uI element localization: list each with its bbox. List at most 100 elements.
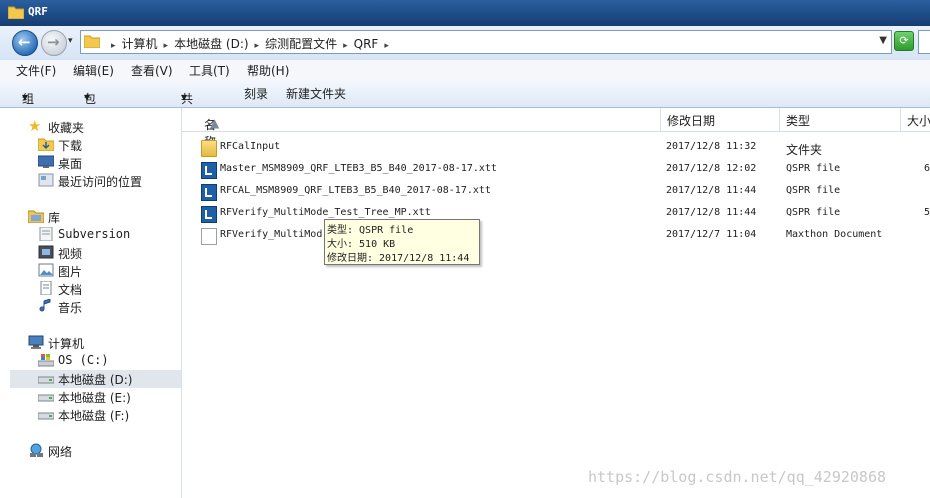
file-type: Maxthon Document bbox=[786, 229, 883, 240]
file-date: 2017/12/8 12:02 bbox=[666, 163, 757, 174]
command-bar: 组织 ▾ 包含到库中 ▾ 共享 ▾ 刻录 新建文件夹 bbox=[0, 80, 930, 174]
file-name: Master_MSM8909_QRF_LTEB3_B5_B40_2017-08-… bbox=[220, 163, 497, 174]
star-icon: ★ bbox=[28, 117, 42, 135]
file-info-tooltip: 类型: QSPR file 大小: 510 KB 修改日期: 2017/12/8… bbox=[324, 219, 480, 265]
column-header: 名称▲ 修改日期 类型 大小 bbox=[182, 108, 930, 149]
forward-button[interactable]: → bbox=[41, 30, 67, 56]
breadcrumb-config-folder[interactable]: 综测配置文件 bbox=[265, 37, 337, 51]
sidebar-item-label: 库 bbox=[48, 211, 61, 225]
file-row[interactable]: RFVerify_MultiMod 2017/12/7 11:04 Maxtho… bbox=[195, 226, 930, 246]
qspr-file-icon bbox=[201, 162, 217, 179]
desktop-icon bbox=[38, 155, 54, 168]
sidebar-item-label: 本地磁盘 (E:) bbox=[58, 391, 131, 405]
menu-help[interactable]: 帮助(H) bbox=[247, 62, 289, 79]
document-icon bbox=[201, 228, 217, 245]
sidebar-item-label: 文档 bbox=[58, 283, 83, 297]
file-type: QSPR file bbox=[786, 163, 841, 174]
file-type: QSPR file bbox=[786, 207, 841, 218]
sidebar-item-label: OS (C:) bbox=[58, 353, 109, 367]
column-label: 大小 bbox=[907, 114, 930, 128]
file-row[interactable]: Master_MSM8909_QRF_LTEB3_B5_B40_2017-08-… bbox=[195, 160, 930, 180]
sidebar-item-label: 视频 bbox=[58, 247, 83, 261]
column-size[interactable]: 大小 bbox=[901, 108, 930, 131]
burn-button[interactable]: 刻录 bbox=[244, 85, 268, 102]
computer-icon bbox=[28, 335, 44, 349]
folder-icon bbox=[201, 140, 217, 157]
watermark-text: https://blog.csdn.net/qq_42920868 bbox=[588, 468, 887, 486]
sidebar-item-label: 最近访问的位置 bbox=[58, 175, 143, 189]
chevron-right-icon[interactable]: ▸ bbox=[255, 41, 260, 51]
qspr-file-icon bbox=[201, 184, 217, 201]
tooltip-date: 修改日期: 2017/12/8 11:44 bbox=[327, 253, 470, 264]
dropdown-arrow-icon: ▾ bbox=[84, 90, 91, 104]
sidebar-item-label: 本地磁盘 (D:) bbox=[58, 373, 133, 387]
chevron-right-icon: ▸ bbox=[111, 41, 116, 51]
sort-ascending-icon: ▲ bbox=[210, 116, 220, 130]
sidebar-item-label: 本地磁盘 (F:) bbox=[58, 409, 130, 423]
menu-tools[interactable]: 工具(T) bbox=[189, 62, 230, 79]
navigation-pane: ★ 收藏夹 下载 桌面 最近访问的位置 库 Subversion 视频 图片 文… bbox=[0, 108, 182, 498]
drive-icon bbox=[38, 394, 54, 402]
music-icon bbox=[39, 299, 51, 312]
column-date[interactable]: 修改日期 bbox=[661, 108, 780, 131]
video-icon bbox=[38, 245, 54, 259]
address-bar[interactable]: ▸ 计算机 ▸ 本地磁盘 (D:) ▸ 综测配置文件 ▸ QRF ▸ ▼ bbox=[80, 30, 892, 54]
library-icon bbox=[39, 227, 53, 241]
file-name: RFVerify_MultiMod bbox=[220, 229, 323, 240]
title-bar: QRF bbox=[0, 0, 930, 27]
refresh-button[interactable]: ⟳ bbox=[894, 31, 914, 51]
navigation-bar: ← → ▾ ▸ 计算机 ▸ 本地磁盘 (D:) ▸ 综测配置文件 ▸ QRF ▸ ▼ ⟳ bbox=[0, 26, 930, 61]
tooltip-size: 大小: 510 KB bbox=[327, 239, 396, 250]
windows-drive-icon bbox=[38, 354, 54, 367]
file-name: RFCalInput bbox=[220, 141, 281, 152]
sidebar-item-label: 网络 bbox=[48, 445, 73, 459]
library-icon bbox=[28, 210, 44, 223]
breadcrumb: ▸ 计算机 ▸ 本地磁盘 (D:) ▸ 综测配置文件 ▸ QRF ▸ bbox=[105, 35, 395, 52]
search-input[interactable] bbox=[918, 30, 930, 54]
sidebar-item-label: 桌面 bbox=[58, 157, 83, 171]
address-dropdown-icon[interactable]: ▼ bbox=[879, 35, 887, 46]
file-type: QSPR file bbox=[786, 185, 841, 196]
breadcrumb-qrf[interactable]: QRF bbox=[354, 37, 379, 51]
breadcrumb-drive-d[interactable]: 本地磁盘 (D:) bbox=[174, 37, 248, 51]
file-name: RFVerify_MultiMode_Test_Tree_MP.xtt bbox=[220, 207, 431, 218]
breadcrumb-computer[interactable]: 计算机 bbox=[122, 37, 158, 51]
menu-file[interactable]: 文件(F) bbox=[16, 62, 56, 79]
file-row[interactable]: RFCAL_MSM8909_QRF_LTEB3_B5_B40_2017-08-1… bbox=[195, 182, 930, 202]
column-type[interactable]: 类型 bbox=[780, 108, 901, 131]
dropdown-arrow-icon: ▾ bbox=[181, 90, 188, 104]
file-date: 2017/12/8 11:32 bbox=[666, 141, 757, 152]
refresh-icon: ⟳ bbox=[899, 34, 909, 47]
sidebar-item-label: 计算机 bbox=[48, 337, 85, 351]
sidebar-item-label: 图片 bbox=[58, 265, 83, 279]
file-date: 2017/12/7 11:04 bbox=[666, 229, 757, 240]
document-icon bbox=[40, 281, 52, 295]
menu-edit[interactable]: 编辑(E) bbox=[73, 62, 114, 79]
forward-arrow-icon: → bbox=[47, 33, 60, 51]
file-row[interactable]: RFCalInput 2017/12/8 11:32 文件夹 bbox=[195, 138, 930, 158]
chevron-right-icon[interactable]: ▸ bbox=[384, 41, 389, 51]
sidebar-item-label: Subversion bbox=[58, 227, 131, 241]
new-folder-button[interactable]: 新建文件夹 bbox=[286, 85, 346, 102]
pictures-icon bbox=[38, 263, 54, 277]
back-arrow-icon: ← bbox=[18, 33, 31, 51]
sidebar-item-label: 下载 bbox=[58, 139, 83, 153]
drive-icon bbox=[38, 376, 54, 384]
network-icon bbox=[30, 443, 43, 457]
recent-pages-dropdown[interactable]: ▾ bbox=[68, 36, 73, 46]
chevron-right-icon[interactable]: ▸ bbox=[164, 41, 169, 51]
recent-places-icon bbox=[38, 173, 54, 187]
downloads-folder-icon bbox=[38, 138, 54, 151]
column-name[interactable]: 名称▲ bbox=[182, 108, 661, 149]
sidebar-item-label: 音乐 bbox=[58, 301, 83, 315]
chevron-right-icon[interactable]: ▸ bbox=[343, 41, 348, 51]
file-date: 2017/12/8 11:44 bbox=[666, 207, 757, 218]
column-label: 修改日期 bbox=[667, 114, 716, 128]
menu-bar: 文件(F) 编辑(E) 查看(V) 工具(T) 帮助(H) bbox=[0, 60, 930, 80]
menu-view[interactable]: 查看(V) bbox=[131, 62, 173, 79]
sidebar-item-label: 收藏夹 bbox=[48, 121, 85, 135]
back-button[interactable]: ← bbox=[12, 30, 38, 56]
sidebar-item-drive-d[interactable]: 本地磁盘 (D:) bbox=[10, 370, 181, 388]
file-date: 2017/12/8 11:44 bbox=[666, 185, 757, 196]
file-row[interactable]: RFVerify_MultiMode_Test_Tree_MP.xtt 2017… bbox=[195, 204, 930, 224]
